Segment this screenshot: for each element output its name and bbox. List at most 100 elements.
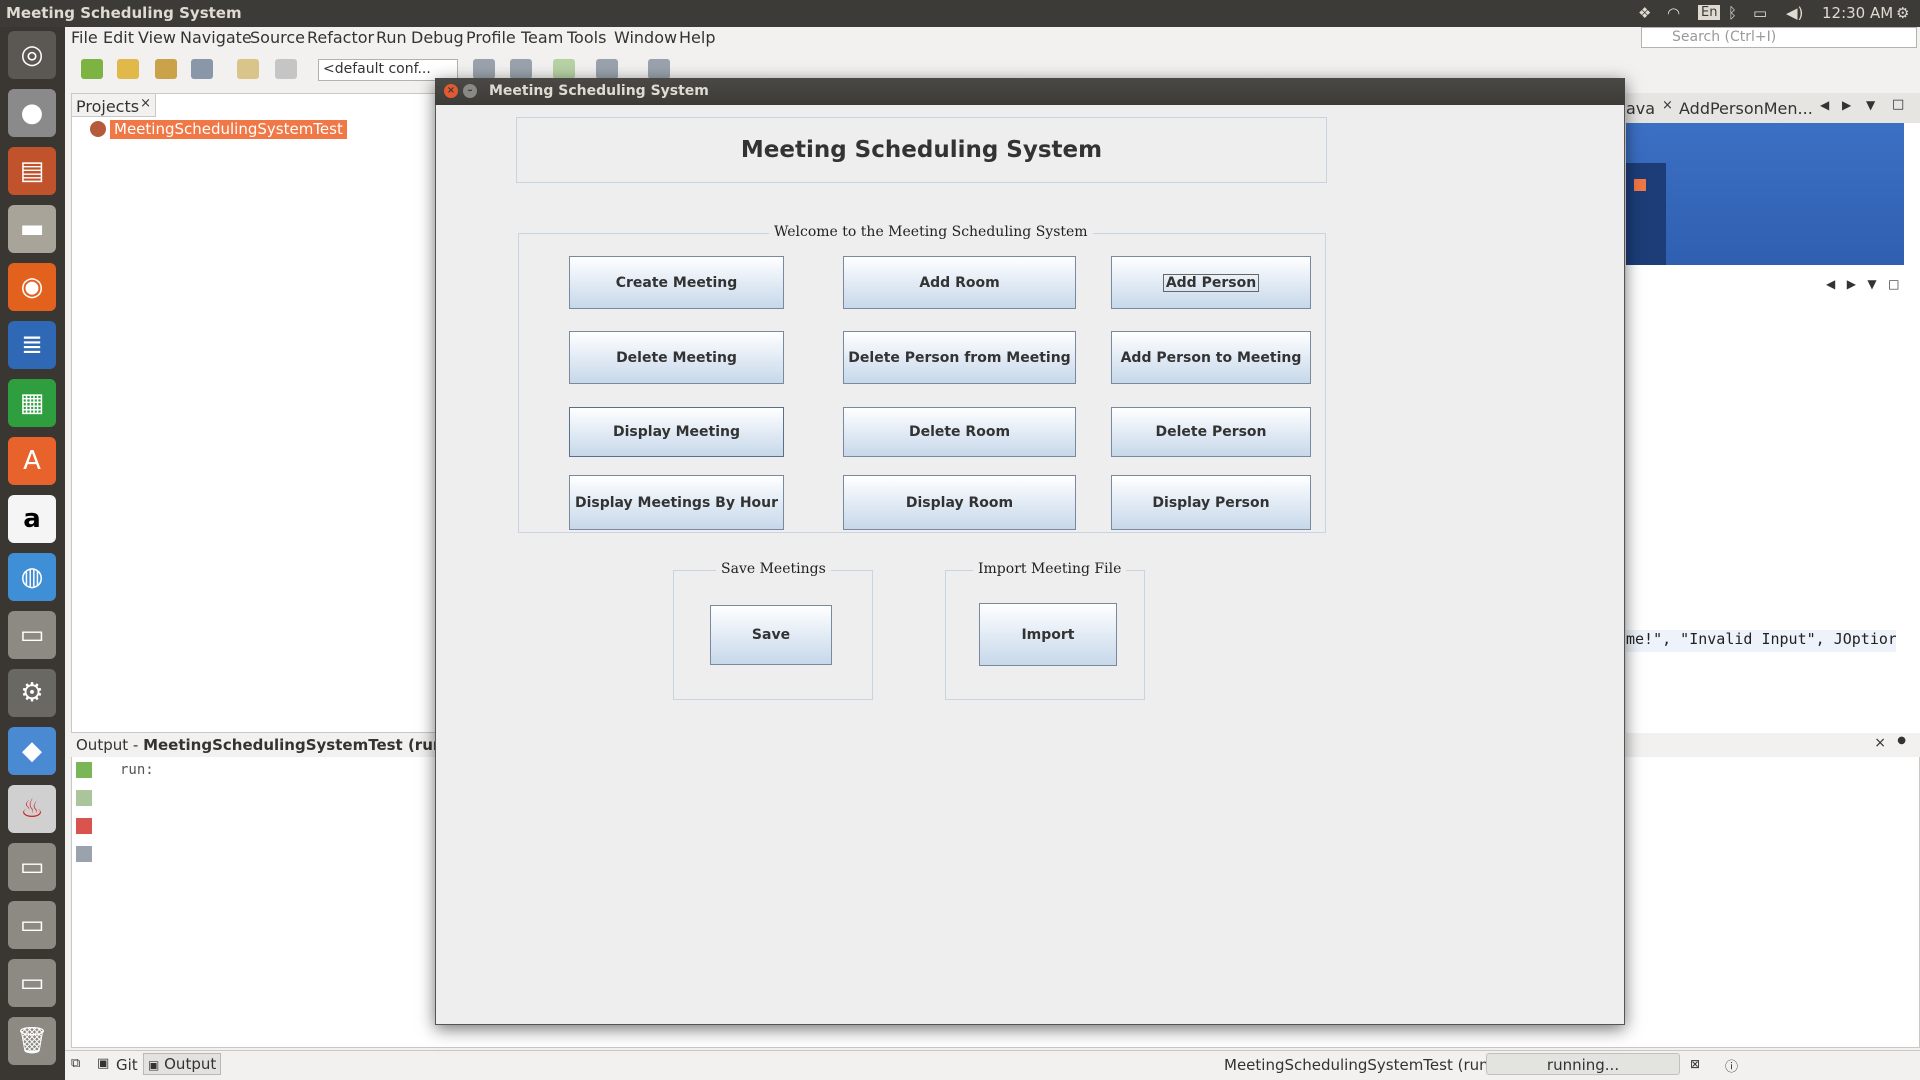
stop-icon[interactable] — [76, 818, 92, 834]
import-button[interactable]: Import — [979, 603, 1117, 666]
form-preview-banner — [1626, 123, 1904, 265]
menu-run[interactable]: Run — [376, 28, 407, 47]
display-meeting-button[interactable]: Display Meeting — [569, 407, 784, 457]
bluetooth-icon[interactable]: ᛒ — [1728, 4, 1737, 22]
tab-scroll-left-icon[interactable]: ◀ — [1820, 98, 1829, 112]
clock[interactable]: 12:30 AM — [1822, 4, 1893, 22]
profile-icon[interactable] — [648, 59, 670, 79]
dialog-titlebar[interactable]: × – Meeting Scheduling System — [435, 78, 1625, 105]
undo-icon[interactable] — [237, 59, 259, 79]
display-person-button[interactable]: Display Person — [1111, 475, 1311, 530]
build-icon[interactable] — [473, 59, 495, 79]
save-button[interactable]: Save — [710, 605, 832, 665]
rerun-params-icon[interactable] — [76, 790, 92, 806]
ide-search-input[interactable]: Search (Ctrl+I) — [1641, 27, 1917, 48]
minimize-window-icon[interactable]: – — [463, 84, 477, 98]
dropbox-icon[interactable]: ❖ — [1638, 4, 1651, 22]
new-project-icon[interactable] — [117, 59, 139, 79]
drive-icon[interactable]: ▭ — [8, 611, 56, 659]
welcome-legend: Welcome to the Meeting Scheduling System — [769, 224, 1093, 240]
editor-tab-addpersonmenu[interactable]: AddPersonMen... — [1679, 99, 1813, 118]
status-tab-output[interactable]: ▣ Output — [143, 1053, 222, 1075]
virtualbox-icon[interactable]: ◆ — [8, 727, 56, 775]
menu-debug[interactable]: Debug — [411, 28, 464, 47]
close-icon[interactable]: × — [140, 96, 151, 111]
menu-window[interactable]: Window — [614, 28, 677, 47]
open-project-icon[interactable] — [155, 59, 177, 79]
delete-room-button[interactable]: Delete Room — [843, 407, 1076, 457]
save-meetings-legend: Save Meetings — [716, 561, 831, 577]
drive-icon-4[interactable]: ▭ — [8, 959, 56, 1007]
delete-meeting-button[interactable]: Delete Meeting — [569, 331, 784, 384]
display-room-button[interactable]: Display Room — [843, 475, 1076, 530]
restore-windows-icon[interactable]: ⧉ — [71, 1056, 80, 1071]
menu-refactor[interactable]: Refactor — [307, 28, 374, 47]
tab-scroll-right-icon[interactable]: ▶ — [1842, 98, 1851, 112]
java-app-icon[interactable]: ♨ — [8, 785, 56, 833]
project-tree-node[interactable]: MeetingSchedulingSystemTest — [110, 120, 347, 139]
delete-person-from-meeting-button[interactable]: Delete Person from Meeting — [843, 331, 1076, 384]
add-room-button[interactable]: Add Room — [843, 256, 1076, 309]
add-person-to-meeting-button[interactable]: Add Person to Meeting — [1111, 331, 1311, 384]
close-window-icon[interactable]: × — [444, 84, 458, 98]
menu-edit[interactable]: Edit — [103, 28, 134, 47]
writer-icon[interactable]: ≣ — [8, 321, 56, 369]
clean-build-icon[interactable] — [510, 59, 532, 79]
rerun-icon[interactable] — [76, 762, 92, 778]
output-target: MeetingSchedulingSystemTest (run) — [143, 736, 451, 754]
close-icon[interactable]: × — [1874, 735, 1886, 751]
drive-icon-2[interactable]: ▭ — [8, 843, 56, 891]
nav-left-icon[interactable]: ◀ — [1826, 277, 1835, 291]
calc-icon[interactable]: ▦ — [8, 379, 56, 427]
wifi-icon[interactable]: ◠ — [1667, 4, 1680, 22]
menu-view[interactable]: View — [138, 28, 176, 47]
eclipse-icon[interactable]: ● — [8, 89, 56, 137]
display-meetings-by-hour-button[interactable]: Display Meetings By Hour — [569, 475, 784, 530]
menu-navigate[interactable]: Navigate — [180, 28, 252, 47]
save-all-icon[interactable] — [191, 59, 213, 79]
minimize-icon[interactable]: ● — [1897, 735, 1906, 746]
keyboard-layout-indicator[interactable]: En — [1698, 5, 1721, 20]
tab-list-icon[interactable]: ▼ — [1866, 98, 1875, 112]
output-settings-icon[interactable] — [76, 846, 92, 862]
delete-person-button[interactable]: Delete Person — [1111, 407, 1311, 457]
dash-icon[interactable]: ◎ — [8, 31, 56, 79]
menu-team[interactable]: Team — [521, 28, 563, 47]
menu-tools[interactable]: Tools — [567, 28, 606, 47]
drive-icon-3[interactable]: ▭ — [8, 901, 56, 949]
debug-icon[interactable] — [596, 59, 618, 79]
form-preview-checkbox-icon — [1634, 179, 1646, 191]
amazon-icon[interactable]: a — [8, 495, 56, 543]
impress-icon[interactable]: ▤ — [8, 147, 56, 195]
menu-source[interactable]: Source — [250, 28, 305, 47]
cancel-process-icon[interactable]: ⊠ — [1690, 1057, 1700, 1071]
tab-projects[interactable]: Projects × — [71, 93, 156, 117]
firefox-icon[interactable]: ◉ — [8, 263, 56, 311]
editor-tab-java[interactable]: ava — [1626, 99, 1655, 118]
add-person-label: Add Person — [1162, 273, 1260, 292]
code-line[interactable]: me!", "Invalid Input", JOptior — [1626, 630, 1896, 652]
settings-gear-icon[interactable]: ⚙ — [1896, 4, 1909, 22]
software-center-icon[interactable]: A — [8, 437, 56, 485]
nav-maximize-icon[interactable]: □ — [1888, 277, 1899, 291]
close-icon[interactable]: × — [1662, 98, 1673, 113]
add-person-button[interactable]: Add Person — [1111, 256, 1311, 309]
system-settings-icon[interactable]: ⚙ — [8, 669, 56, 717]
notifications-icon[interactable]: ⓘ — [1725, 1056, 1738, 1075]
nav-down-icon[interactable]: ▼ — [1867, 277, 1876, 291]
files-icon[interactable]: ▬ — [8, 205, 56, 253]
chromium-icon[interactable]: ◍ — [8, 553, 56, 601]
maximize-icon[interactable]: □ — [1892, 97, 1904, 112]
trash-icon[interactable]: 🗑 — [8, 1017, 56, 1065]
menu-profile[interactable]: Profile — [466, 28, 516, 47]
redo-icon[interactable] — [275, 59, 297, 79]
battery-icon[interactable]: ▭ — [1753, 4, 1767, 22]
status-tab-git[interactable]: Git — [116, 1056, 138, 1074]
menu-file[interactable]: File — [71, 28, 98, 47]
nav-right-icon[interactable]: ▶ — [1847, 277, 1856, 291]
run-icon[interactable] — [553, 59, 575, 79]
menu-help[interactable]: Help — [679, 28, 715, 47]
new-file-icon[interactable] — [81, 59, 103, 79]
volume-icon[interactable]: ◀) — [1786, 4, 1803, 22]
create-meeting-button[interactable]: Create Meeting — [569, 256, 784, 309]
